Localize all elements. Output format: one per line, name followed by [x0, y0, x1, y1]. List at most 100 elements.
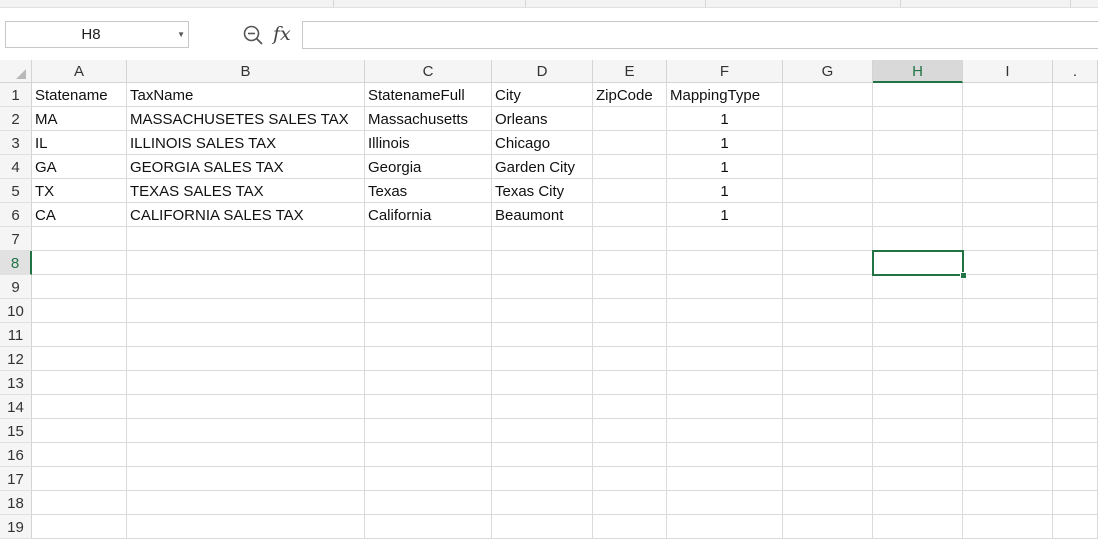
cell-b19[interactable] [127, 515, 365, 539]
cell-next18[interactable] [1053, 491, 1098, 515]
cell-next5[interactable] [1053, 179, 1098, 203]
cell-next6[interactable] [1053, 203, 1098, 227]
cell-a6[interactable]: CA [32, 203, 127, 227]
fill-handle[interactable] [960, 272, 967, 279]
cell-b14[interactable] [127, 395, 365, 419]
cell-b15[interactable] [127, 419, 365, 443]
row-header-17[interactable]: 17 [0, 467, 32, 491]
cell-e3[interactable] [593, 131, 667, 155]
cell-f5[interactable]: 1 [667, 179, 783, 203]
cell-f14[interactable] [667, 395, 783, 419]
cell-d10[interactable] [492, 299, 593, 323]
cell-e19[interactable] [593, 515, 667, 539]
cell-d7[interactable] [492, 227, 593, 251]
cell-c10[interactable] [365, 299, 492, 323]
column-header-c[interactable]: C [365, 60, 492, 82]
cell-i15[interactable] [963, 419, 1053, 443]
cell-f15[interactable] [667, 419, 783, 443]
cell-e16[interactable] [593, 443, 667, 467]
cell-h6[interactable] [873, 203, 963, 227]
row-header-13[interactable]: 13 [0, 371, 32, 395]
cell-c5[interactable]: Texas [365, 179, 492, 203]
cell-g10[interactable] [783, 299, 873, 323]
cell-h10[interactable] [873, 299, 963, 323]
cell-c17[interactable] [365, 467, 492, 491]
cell-c9[interactable] [365, 275, 492, 299]
cell-h3[interactable] [873, 131, 963, 155]
cell-a13[interactable] [32, 371, 127, 395]
function-icon[interactable]: fx [273, 22, 291, 46]
cell-next14[interactable] [1053, 395, 1098, 419]
cell-f17[interactable] [667, 467, 783, 491]
row-header-4[interactable]: 4 [0, 155, 32, 179]
cell-h2[interactable] [873, 107, 963, 131]
cell-d19[interactable] [492, 515, 593, 539]
cell-next9[interactable] [1053, 275, 1098, 299]
cell-e2[interactable] [593, 107, 667, 131]
cell-b12[interactable] [127, 347, 365, 371]
cell-g7[interactable] [783, 227, 873, 251]
cell-b13[interactable] [127, 371, 365, 395]
cell-e17[interactable] [593, 467, 667, 491]
row-header-5[interactable]: 5 [0, 179, 32, 203]
cell-c11[interactable] [365, 323, 492, 347]
cell-d6[interactable]: Beaumont [492, 203, 593, 227]
cell-h12[interactable] [873, 347, 963, 371]
cell-c8[interactable] [365, 251, 492, 275]
row-header-14[interactable]: 14 [0, 395, 32, 419]
cell-i13[interactable] [963, 371, 1053, 395]
cell-d13[interactable] [492, 371, 593, 395]
cell-i9[interactable] [963, 275, 1053, 299]
cell-h13[interactable] [873, 371, 963, 395]
cell-d17[interactable] [492, 467, 593, 491]
cell-next10[interactable] [1053, 299, 1098, 323]
cell-a3[interactable]: IL [32, 131, 127, 155]
cell-h5[interactable] [873, 179, 963, 203]
cell-c6[interactable]: California [365, 203, 492, 227]
cell-i16[interactable] [963, 443, 1053, 467]
cell-i17[interactable] [963, 467, 1053, 491]
cell-c19[interactable] [365, 515, 492, 539]
cell-f18[interactable] [667, 491, 783, 515]
cell-c13[interactable] [365, 371, 492, 395]
cell-a11[interactable] [32, 323, 127, 347]
row-header-1[interactable]: 1 [0, 83, 32, 107]
row-header-19[interactable]: 19 [0, 515, 32, 539]
cell-a15[interactable] [32, 419, 127, 443]
cell-b8[interactable] [127, 251, 365, 275]
name-box[interactable]: H8 ▼ [5, 21, 189, 48]
cell-f10[interactable] [667, 299, 783, 323]
cell-d1[interactable]: City [492, 83, 593, 107]
cell-g9[interactable] [783, 275, 873, 299]
cell-e18[interactable] [593, 491, 667, 515]
cell-g1[interactable] [783, 83, 873, 107]
cell-next16[interactable] [1053, 443, 1098, 467]
cell-e10[interactable] [593, 299, 667, 323]
cell-h7[interactable] [873, 227, 963, 251]
cell-f16[interactable] [667, 443, 783, 467]
column-header-i[interactable]: I [963, 60, 1053, 82]
zoom-out-icon[interactable] [242, 24, 264, 46]
cell-h16[interactable] [873, 443, 963, 467]
cell-c7[interactable] [365, 227, 492, 251]
cell-d9[interactable] [492, 275, 593, 299]
cell-d12[interactable] [492, 347, 593, 371]
cell-g8[interactable] [783, 251, 873, 275]
cell-f2[interactable]: 1 [667, 107, 783, 131]
row-header-11[interactable]: 11 [0, 323, 32, 347]
cell-a4[interactable]: GA [32, 155, 127, 179]
cell-i7[interactable] [963, 227, 1053, 251]
cell-b5[interactable]: TEXAS SALES TAX [127, 179, 365, 203]
cell-a19[interactable] [32, 515, 127, 539]
cell-next4[interactable] [1053, 155, 1098, 179]
cell-next12[interactable] [1053, 347, 1098, 371]
cell-i14[interactable] [963, 395, 1053, 419]
column-header-b[interactable]: B [127, 60, 365, 82]
cell-g6[interactable] [783, 203, 873, 227]
cell-next19[interactable] [1053, 515, 1098, 539]
cell-b11[interactable] [127, 323, 365, 347]
cell-i1[interactable] [963, 83, 1053, 107]
cell-h14[interactable] [873, 395, 963, 419]
cell-g14[interactable] [783, 395, 873, 419]
cell-c14[interactable] [365, 395, 492, 419]
